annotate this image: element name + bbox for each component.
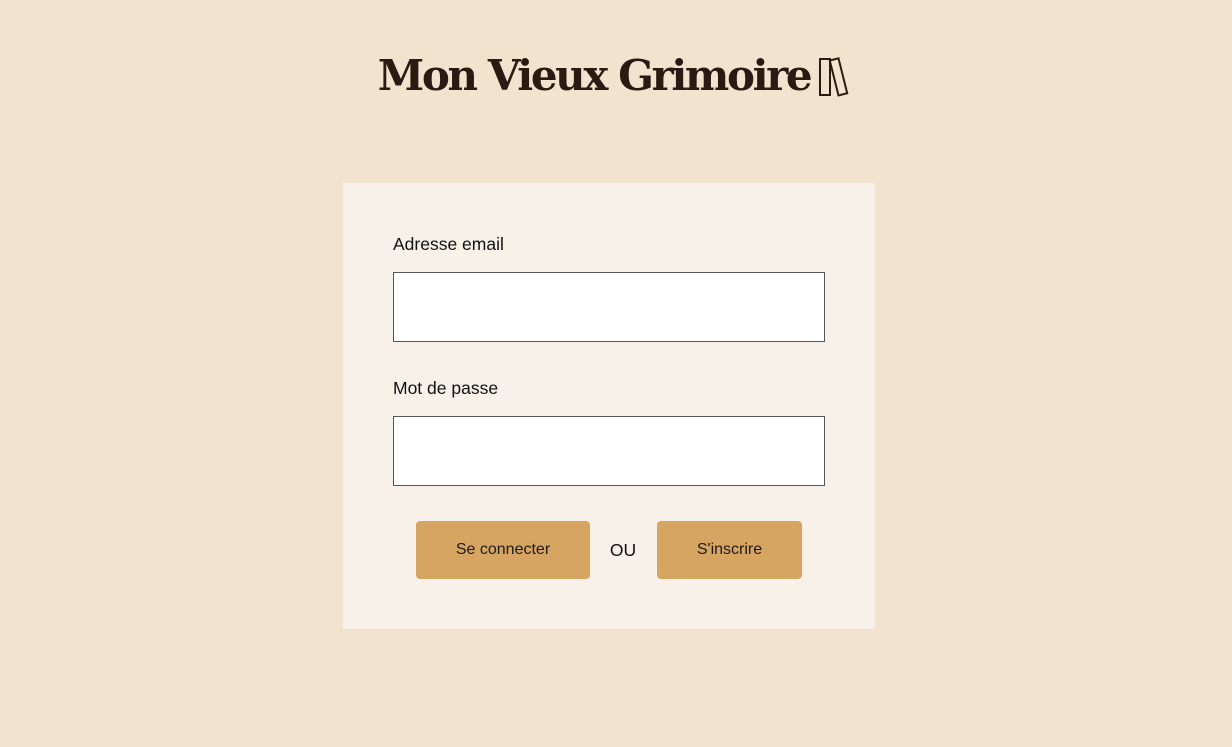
password-label: Mot de passe bbox=[393, 378, 499, 398]
site-logo-text: Mon Vieux Grimoire bbox=[377, 51, 813, 100]
or-separator: OU bbox=[609, 540, 637, 560]
books-icon bbox=[818, 56, 854, 98]
email-input[interactable] bbox=[393, 272, 825, 342]
site-header: Mon Vieux Grimoire bbox=[0, 50, 1232, 102]
password-input[interactable] bbox=[393, 416, 825, 486]
signup-button[interactable]: S'inscrire bbox=[657, 521, 802, 579]
login-card: Adresse email Mot de passe Se connecter … bbox=[343, 183, 875, 629]
login-button[interactable]: Se connecter bbox=[416, 521, 590, 579]
email-label: Adresse email bbox=[393, 234, 504, 254]
